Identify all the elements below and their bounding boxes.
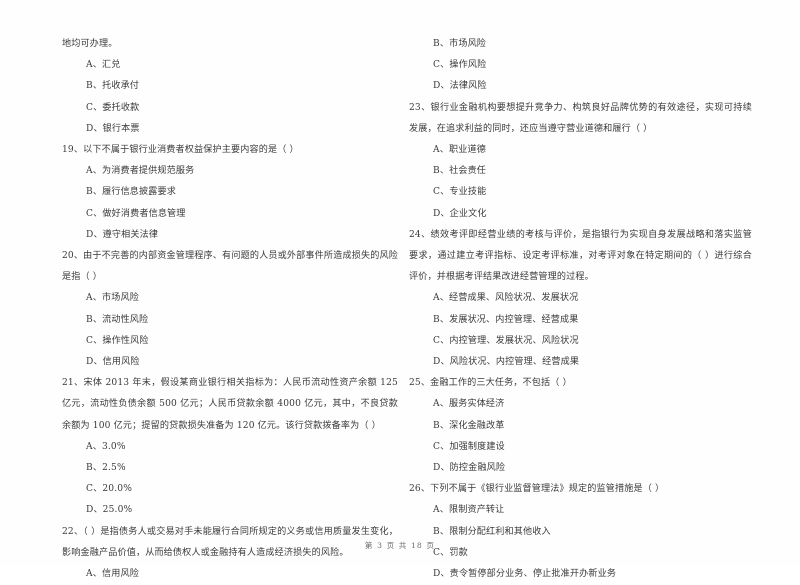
right-option: D、责令暂停部分业务、停止批准开办新业务: [433, 569, 617, 580]
right-option: B、深化金融改革: [433, 420, 505, 431]
right-option: B、社会责任: [433, 166, 487, 177]
right-option: C、内控管理、发展状况、风险状况: [433, 335, 579, 346]
left-option: D、银行本票: [86, 123, 140, 134]
right-option: A、服务实体经济: [433, 399, 505, 410]
left-question-stem: 19、以下不属于银行业消费者权益保护主要内容的是（ ）: [62, 145, 299, 156]
left-question-stem: 20、由于不完善的内部资金管理程序、有问题的人员或外部事件所造成损失的风险是指（…: [62, 251, 398, 283]
right-option: C、专业技能: [433, 187, 487, 198]
left-column: 地均可办理。 A、汇兑 B、托收承付 C、委托收款 D、银行本票 19、以下不属于银行业消…: [0, 0, 400, 585]
left-option: D、25.0%: [86, 505, 133, 516]
page-footer: 第 3 页 共 18 页: [0, 540, 800, 551]
right-option: D、企业文化: [433, 208, 487, 219]
left-option: B、2.5%: [86, 463, 126, 474]
left-option: C、做好消费者信息管理: [86, 208, 186, 219]
left-option: A、信用风险: [86, 569, 139, 580]
left-option: A、汇兑: [86, 60, 121, 71]
left-option: B、流动性风险: [86, 314, 149, 325]
left-option: C、委托收款: [86, 102, 140, 113]
right-question-stem: 23、银行业金融机构要想提升竞争力、构筑良好品牌优势的有效途径，实现可持续发展，…: [409, 102, 752, 134]
right-option: D、防控金融风险: [433, 463, 506, 474]
left-option: B、履行信息披露要求: [86, 187, 177, 198]
right-column: B、市场风险 C、操作风险 D、法律风险 23、银行业金融机构要想提升竞争力、构筑良好…: [400, 0, 800, 585]
left-continuation: 地均可办理。: [62, 39, 118, 49]
right-question-stem: 26、下列不属于《银行业监督管理法》规定的监管措施是（ ）: [409, 484, 665, 495]
right-question-stem: 24、绩效考评即经营业绩的考核与评价，是指银行为实现自身发展战略和落实监管要求，…: [409, 229, 752, 283]
page-footer-text: 第 3 页 共 18 页: [364, 541, 436, 550]
right-option: C、加强制度建设: [433, 441, 505, 452]
left-option: D、遵守相关法律: [86, 229, 159, 240]
left-option: A、为消费者提供规范服务: [86, 166, 195, 177]
left-option: C、操作性风险: [86, 335, 149, 346]
exam-page: 地均可办理。 A、汇兑 B、托收承付 C、委托收款 D、银行本票 19、以下不属于银行业消…: [0, 0, 800, 579]
left-option: A、3.0%: [86, 441, 126, 452]
right-option: A、职业道德: [433, 145, 486, 156]
left-option: D、信用风险: [86, 357, 140, 368]
right-option: C、操作风险: [433, 60, 487, 71]
right-option: A、经营成果、风险状况、发展状况: [433, 293, 579, 304]
right-option: A、限制资产转让: [433, 505, 505, 516]
right-question-stem: 25、金融工作的三大任务，不包括（ ）: [409, 378, 572, 389]
left-question-stem: 21、宋体 2013 年末，假设某商业银行相关指标为：人民币流动性资产余额 12…: [62, 378, 398, 431]
right-option: D、法律风险: [433, 81, 487, 92]
left-option: C、20.0%: [86, 484, 132, 495]
left-option: B、托收承付: [86, 81, 140, 92]
left-option: A、市场风险: [86, 293, 139, 304]
page-columns: 地均可办理。 A、汇兑 B、托收承付 C、委托收款 D、银行本票 19、以下不属于银行业消…: [0, 0, 800, 579]
right-option: B、发展状况、内控管理、经营成果: [433, 314, 579, 325]
right-option: D、风险状况、内控管理、经营成果: [433, 357, 580, 368]
right-option: B、市场风险: [433, 39, 487, 49]
